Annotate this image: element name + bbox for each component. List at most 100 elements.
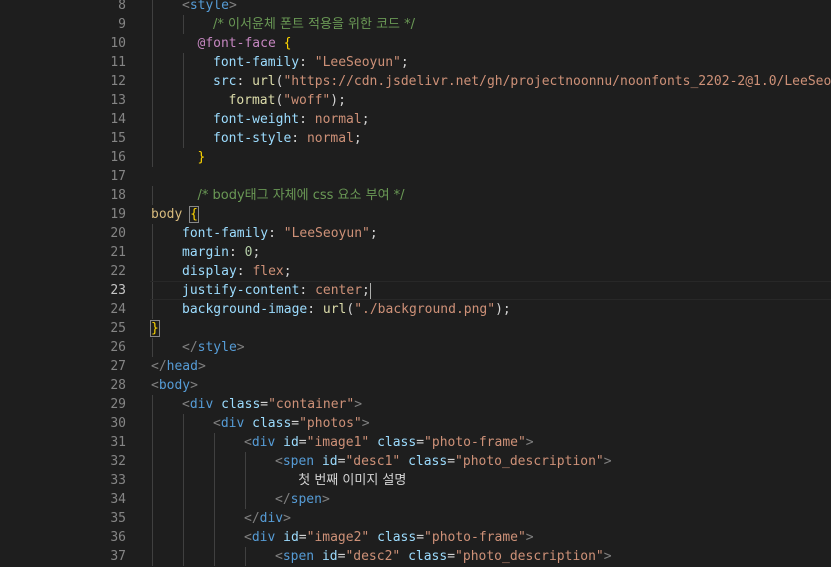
attribute-value: "desc2" (345, 549, 401, 564)
css-brace: { (283, 36, 292, 51)
code-content[interactable]: body { (151, 205, 199, 224)
code-content[interactable]: </head> (151, 357, 206, 376)
code-line[interactable]: 37 <spen id="desc2" class="photo_descript… (0, 547, 831, 566)
code-content[interactable]: </spen> (275, 490, 330, 509)
code-line[interactable]: 31 <div id="image1" class="photo-frame"> (0, 433, 831, 452)
code-content[interactable]: margin: 0; (182, 243, 260, 262)
code-line[interactable]: 21 margin: 0; (0, 243, 831, 262)
code-line[interactable]: 15 font-style: normal; (0, 129, 831, 148)
code-line[interactable]: 27 </head> (0, 357, 831, 376)
code-line[interactable]: 14 font-weight: normal; (0, 110, 831, 129)
code-line[interactable]: 11 font-family: "LeeSeoyun"; (0, 53, 831, 72)
code-text: ; (283, 264, 292, 279)
code-line[interactable]: 8 <style> (0, 0, 831, 15)
code-content[interactable]: font-weight: normal; (213, 110, 370, 129)
indent-guide (214, 547, 215, 566)
code-content[interactable]: 첫 번째 이미지 설명 (298, 471, 406, 490)
code-line[interactable]: 24 background-image: url("./background.pn… (0, 300, 831, 319)
line-number: 12 (110, 74, 126, 89)
code-content[interactable]: @font-face { (198, 34, 292, 53)
code-editor[interactable]: 8 <style> 9/* 이서윤체 폰트 적용을 위한 코드 */ 10 @font-… (0, 0, 831, 567)
attribute-name: id (321, 549, 338, 564)
css-value: normal (314, 112, 362, 127)
code-lines[interactable]: 8 <style> 9/* 이서윤체 폰트 적용을 위한 코드 */ 10 @font-… (0, 0, 831, 566)
code-line[interactable]: 25} (0, 319, 831, 338)
code-line[interactable]: 9 /* 이서윤체 폰트 적용을 위한 코드 */ (0, 15, 831, 34)
code-content[interactable]: font-family: "LeeSeoyun"; (213, 53, 409, 72)
code-content[interactable]: font-style: normal; (213, 129, 362, 148)
code-line[interactable]: 18 /* body태그 자체에 css 요소 부여 */ (0, 186, 831, 205)
code-text: ; (353, 131, 362, 146)
code-line[interactable]: 19 body { (0, 205, 831, 224)
indent-guide (152, 471, 153, 490)
code-content[interactable]: } (150, 319, 160, 338)
code-line[interactable]: 30 <div class="photos"> (0, 414, 831, 433)
tag-bracket: < (213, 416, 221, 431)
code-content[interactable]: </style> (182, 338, 245, 357)
tag-name: spen (290, 492, 322, 507)
code-content[interactable]: font-family: "LeeSeoyun"; (182, 224, 378, 243)
code-line[interactable]: 34 </spen> (0, 490, 831, 509)
line-number: 25 (110, 321, 126, 336)
indent-guide (152, 15, 153, 34)
css-property: background-image (182, 302, 308, 317)
code-content[interactable]: background-image: url("./background.png"… (182, 300, 511, 319)
css-property: display (182, 264, 237, 279)
code-line[interactable]: 22 display: flex; (0, 262, 831, 281)
code-content[interactable]: <style> (182, 0, 237, 15)
tag-name: body (158, 378, 191, 393)
code-line[interactable]: 13 format("woff"); (0, 91, 831, 110)
code-line[interactable]: 16} (0, 148, 831, 167)
code-line[interactable]: 23 justify-content: center; (0, 281, 831, 300)
indent-guide (183, 414, 184, 433)
code-content[interactable]: <body> (151, 376, 198, 395)
code-line[interactable]: 10 @font-face { (0, 34, 831, 53)
indent-guide (214, 452, 215, 471)
code-content[interactable]: display: flex; (182, 262, 292, 281)
indent-guide (152, 395, 153, 414)
indent-guide (152, 281, 153, 300)
matched-brace: { (189, 206, 199, 223)
indent-guide (214, 490, 215, 509)
code-content[interactable]: <spen id="desc2" class="photo_descriptio… (275, 547, 612, 566)
code-line[interactable]: 26 </style> (0, 338, 831, 357)
code-content[interactable]: <div id="image1" class="photo-frame"> (244, 433, 534, 452)
code-content[interactable]: <div class="photos"> (213, 414, 370, 433)
indent-guide (214, 528, 215, 547)
code-content[interactable]: justify-content: center; (182, 281, 371, 300)
code-line[interactable]: 29 <div class="container"> (0, 395, 831, 414)
code-content[interactable]: format("woff"); (229, 91, 346, 110)
code-content[interactable]: <spen id="desc1" class="photo_descriptio… (275, 452, 612, 471)
attribute-name: id (321, 454, 338, 469)
code-content[interactable]: <div class="container"> (182, 395, 362, 414)
line-number: 10 (110, 36, 126, 51)
tag-bracket: </ (275, 492, 291, 507)
code-content[interactable]: /* body태그 자체에 css 요소 부여 */ (198, 186, 405, 205)
code-line[interactable]: 28 <body> (0, 376, 831, 395)
code-content[interactable]: } (198, 148, 206, 167)
indent-guide (183, 509, 184, 528)
tag-bracket: > (361, 416, 370, 431)
attribute-value: "photo-frame" (424, 530, 526, 545)
code-content[interactable]: </div> (244, 509, 291, 528)
indent-guide (183, 15, 184, 34)
indent-guide (152, 186, 153, 205)
attribute-value: "photos" (299, 416, 362, 431)
code-content[interactable]: <div id="image2" class="photo-frame"> (244, 528, 534, 547)
line-number: 24 (110, 302, 126, 317)
attribute-value: "desc1" (345, 454, 401, 469)
tag-bracket: > (321, 492, 330, 507)
code-line[interactable]: 33 첫 번째 이미지 설명 (0, 471, 831, 490)
code-line[interactable]: 32 <spen id="desc1" class="photo_descript… (0, 452, 831, 471)
code-line[interactable]: 20 font-family: "LeeSeoyun"; (0, 224, 831, 243)
indent-guide (183, 129, 184, 148)
code-content[interactable]: /* 이서윤체 폰트 적용을 위한 코드 */ (213, 15, 415, 34)
code-line[interactable]: 17 (0, 167, 831, 186)
code-line[interactable]: 36 <div id="image2" class="photo-frame"> (0, 528, 831, 547)
code-line[interactable]: 12 src: url("https://cdn.jsdelivr.net/gh/… (0, 72, 831, 91)
code-line[interactable]: 35 </div> (0, 509, 831, 528)
code-content[interactable]: src: url("https://cdn.jsdelivr.net/gh/pr… (213, 72, 831, 91)
